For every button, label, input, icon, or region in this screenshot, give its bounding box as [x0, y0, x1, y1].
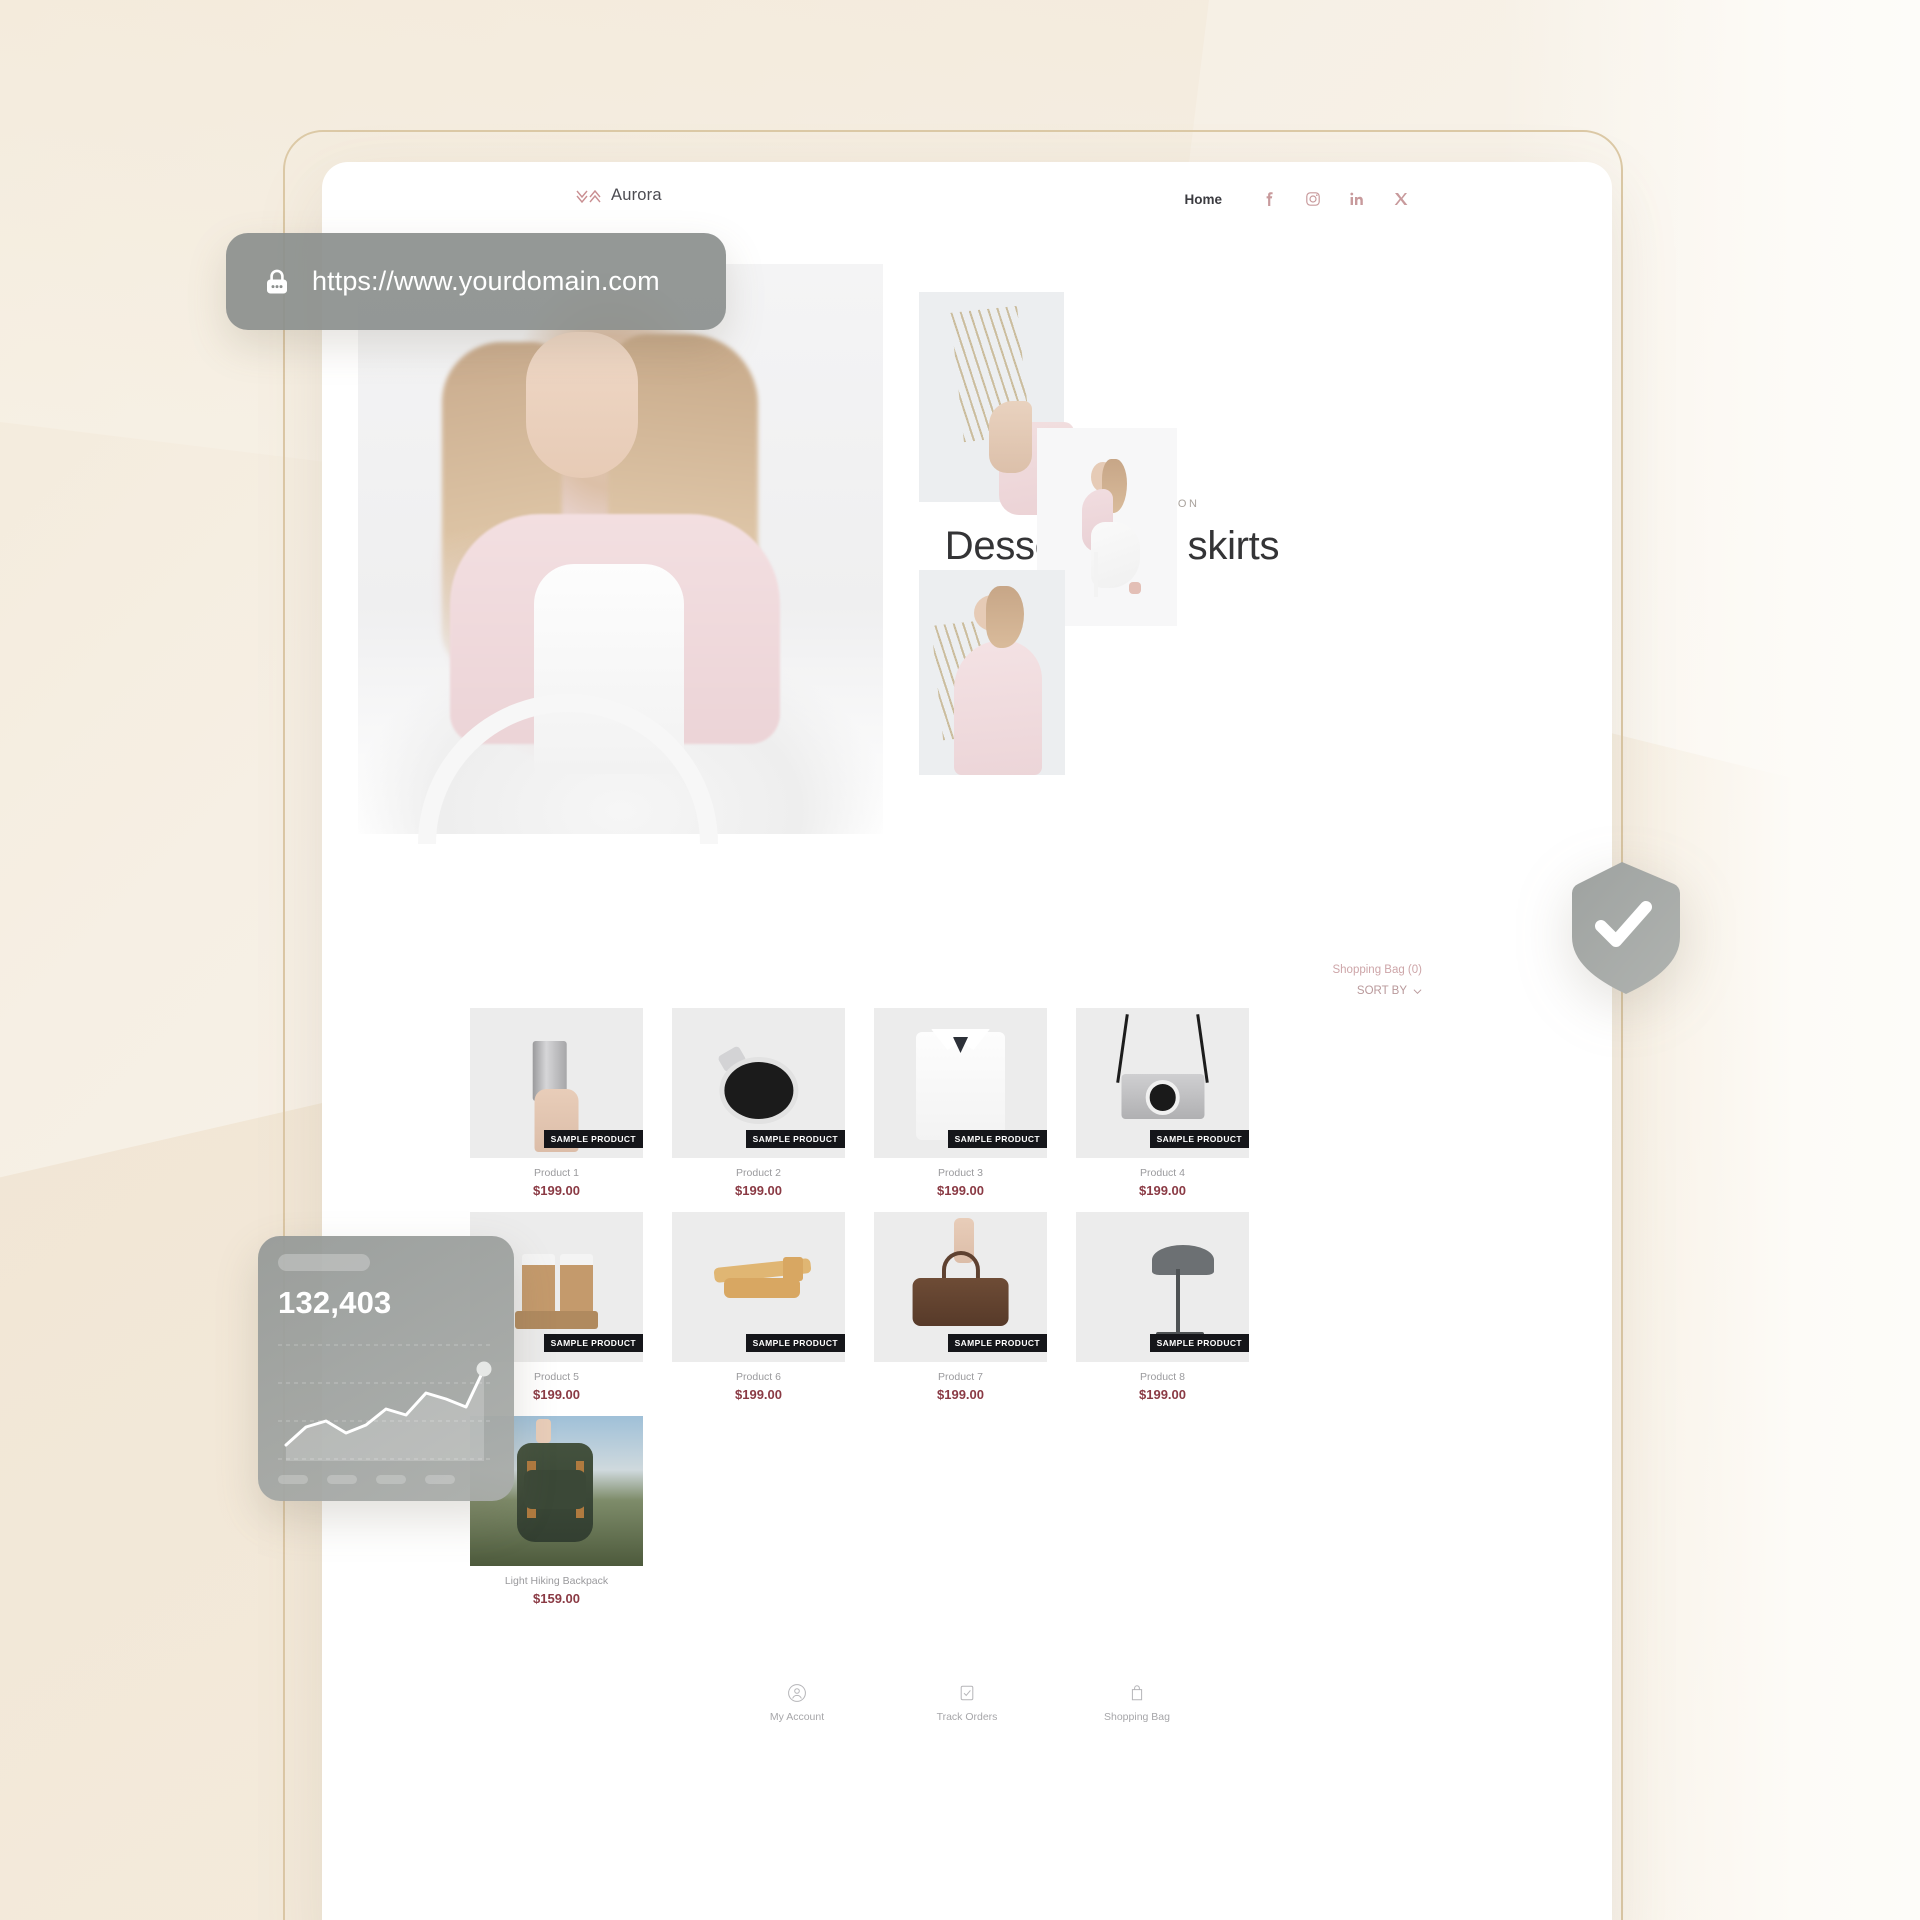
lock-icon	[260, 265, 294, 299]
product-name: Product 7	[938, 1371, 983, 1383]
axis-tick	[425, 1475, 455, 1484]
axis-tick	[376, 1475, 406, 1484]
product-price: $159.00	[533, 1591, 580, 1606]
product-image: SAMPLE PRODUCT	[672, 1212, 845, 1362]
product-name: Product 8	[1140, 1371, 1185, 1383]
shield-check-badge	[1558, 858, 1686, 998]
url-text: https://www.yourdomain.com	[312, 266, 660, 296]
sample-product-badge: SAMPLE PRODUCT	[1149, 1334, 1249, 1352]
product-name: Product 3	[938, 1167, 983, 1179]
sample-product-badge: SAMPLE PRODUCT	[745, 1130, 845, 1148]
brand-logo[interactable]: Aurora	[576, 186, 662, 205]
product-image: SAMPLE PRODUCT	[1076, 1212, 1249, 1362]
shopping-bag-link[interactable]: Shopping Bag (0)	[1332, 964, 1422, 976]
screenshot-stage: Aurora Home Desserts skirts Shopping Bag…	[0, 0, 1920, 1920]
analytics-axis-ticks	[278, 1475, 494, 1484]
analytics-title-placeholder	[278, 1254, 370, 1271]
facebook-icon[interactable]	[1258, 188, 1280, 210]
hero-collage-photo-3	[919, 570, 1065, 775]
product-price: $199.00	[937, 1183, 984, 1198]
user-circle-icon	[745, 1682, 849, 1704]
shopping-bag-icon	[1085, 1682, 1189, 1704]
x-twitter-icon[interactable]	[1390, 188, 1412, 210]
product-name: Product 4	[1140, 1167, 1185, 1179]
sort-by-label: SORT BY	[1356, 985, 1407, 997]
product-name: Product 6	[736, 1371, 781, 1383]
analytics-value: 132,403	[278, 1285, 392, 1320]
product-price: $199.00	[937, 1387, 984, 1402]
product-image: SAMPLE PRODUCT	[672, 1008, 845, 1158]
sample-product-badge: SAMPLE PRODUCT	[543, 1334, 643, 1352]
primary-nav: Home	[1184, 188, 1412, 210]
product-name: Product 1	[534, 1167, 579, 1179]
product-card[interactable]: SAMPLE PRODUCT Product 8 $199.00	[1076, 1212, 1249, 1402]
chevron-down-icon	[1413, 987, 1422, 996]
sample-product-badge: SAMPLE PRODUCT	[1149, 1130, 1249, 1148]
product-card[interactable]: SAMPLE PRODUCT Product 4 $199.00	[1076, 1008, 1249, 1198]
footer-label: My Account	[769, 1711, 825, 1723]
footer-label: Track Orders	[936, 1711, 998, 1723]
site-header: Aurora Home	[322, 162, 1612, 240]
hero-model-photo	[358, 264, 883, 844]
axis-tick	[327, 1475, 357, 1484]
product-image: SAMPLE PRODUCT	[874, 1212, 1047, 1362]
sample-product-badge: SAMPLE PRODUCT	[947, 1334, 1047, 1352]
axis-tick	[278, 1475, 308, 1484]
product-card[interactable]: SAMPLE PRODUCT Product 7 $199.00	[874, 1212, 1047, 1402]
footer-item-shopping-bag[interactable]: Shopping Bag	[1085, 1682, 1189, 1723]
sample-product-badge: SAMPLE PRODUCT	[947, 1130, 1047, 1148]
sample-product-badge: SAMPLE PRODUCT	[543, 1130, 643, 1148]
double-chevron-mark-icon	[576, 187, 602, 205]
product-price: $199.00	[1139, 1183, 1186, 1198]
product-card[interactable]: SAMPLE PRODUCT Product 6 $199.00	[672, 1212, 845, 1402]
product-grid: SAMPLE PRODUCT Product 1 $199.00 SAMPLE …	[470, 1008, 1470, 1606]
product-card[interactable]: SAMPLE PRODUCT Product 3 $199.00	[874, 1008, 1047, 1198]
product-price: $199.00	[533, 1183, 580, 1198]
product-image: SAMPLE PRODUCT	[470, 1008, 643, 1158]
nav-link-home[interactable]: Home	[1184, 192, 1222, 207]
sample-product-badge: SAMPLE PRODUCT	[745, 1334, 845, 1352]
product-image: SAMPLE PRODUCT	[874, 1008, 1047, 1158]
footer-item-track-orders[interactable]: Track Orders	[915, 1682, 1019, 1723]
analytics-card: 132,403	[258, 1236, 514, 1501]
brand-name: Aurora	[611, 186, 662, 204]
linkedin-icon[interactable]	[1346, 188, 1368, 210]
sort-by-control[interactable]: SORT BY	[1332, 985, 1422, 997]
product-price: $199.00	[1139, 1387, 1186, 1402]
product-price: $199.00	[735, 1387, 782, 1402]
shop-toolbar: Shopping Bag (0) SORT BY	[1332, 964, 1422, 997]
product-card[interactable]: SAMPLE PRODUCT Product 2 $199.00	[672, 1008, 845, 1198]
url-bar-pill[interactable]: https://www.yourdomain.com	[226, 233, 726, 330]
product-image: SAMPLE PRODUCT	[1076, 1008, 1249, 1158]
instagram-icon[interactable]	[1302, 188, 1324, 210]
product-name: Light Hiking Backpack	[504, 1575, 609, 1587]
shield-check-icon	[1572, 862, 1680, 994]
clipboard-check-icon	[915, 1682, 1019, 1704]
hero-section: PASSION FOR FASHION Desserts and skirts	[322, 240, 1612, 900]
product-card[interactable]: SAMPLE PRODUCT Product 1 $199.00	[470, 1008, 643, 1198]
site-footer: My Account Track Orders Shopping Bag	[322, 1682, 1612, 1723]
product-name: Product 2	[736, 1167, 781, 1179]
footer-label: Shopping Bag	[1104, 1711, 1170, 1723]
footer-item-my-account[interactable]: My Account	[745, 1682, 849, 1723]
browser-window: Aurora Home Desserts skirts Shopping Bag…	[322, 162, 1612, 1920]
product-price: $199.00	[735, 1183, 782, 1198]
analytics-line-chart	[278, 1331, 494, 1471]
